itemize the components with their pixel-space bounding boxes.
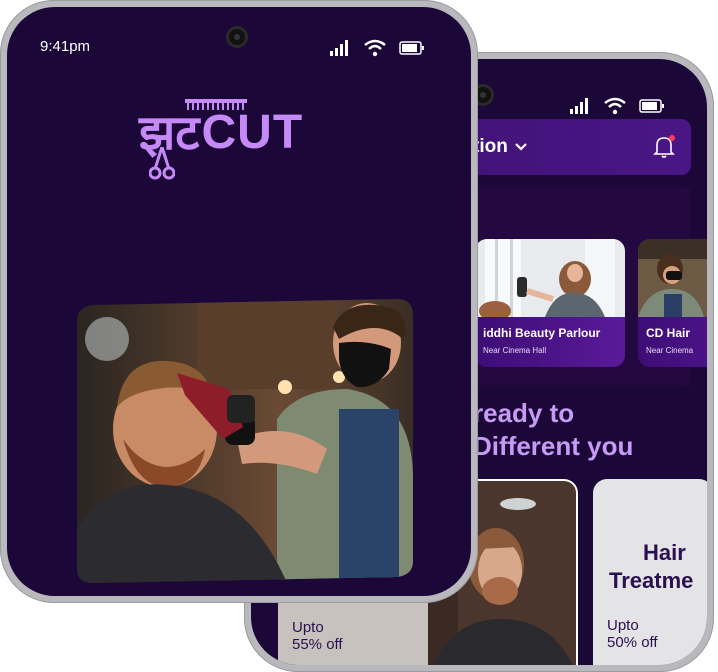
salon-name: iddhi Beauty Parlour bbox=[483, 326, 601, 340]
tagline-line-2: Different you bbox=[473, 431, 634, 461]
front-phone: 9:41pm झट CUT bbox=[0, 0, 478, 603]
salon-card[interactable]: CD Hair Near Cinema bbox=[638, 239, 707, 367]
salon-address: Near Cinema bbox=[646, 346, 694, 355]
front-camera bbox=[229, 29, 245, 45]
notification-bell-icon[interactable] bbox=[651, 133, 677, 159]
front-phone-screen: 9:41pm झट CUT bbox=[7, 7, 471, 596]
logo-latin: CUT bbox=[201, 106, 304, 159]
salon-name: CD Hair bbox=[646, 326, 691, 340]
battery-icon bbox=[399, 41, 424, 55]
status-icons bbox=[569, 97, 665, 115]
salon-card-caption: iddhi Beauty Parlour Near Cinema Hall bbox=[475, 317, 625, 367]
location-label: tion bbox=[473, 136, 508, 157]
status-time: 9:41pm bbox=[40, 38, 91, 55]
offer-card[interactable]: Hair Treatme Upto 50% off bbox=[593, 479, 707, 665]
offer-discount: 55% off bbox=[292, 636, 343, 653]
offer-label: Upto bbox=[607, 617, 639, 634]
salon-card[interactable]: iddhi Beauty Parlour Near Cinema Hall bbox=[475, 239, 625, 367]
chevron-down-icon bbox=[515, 143, 527, 151]
wifi-icon bbox=[364, 39, 386, 57]
signal-icon bbox=[330, 40, 348, 56]
location-selector[interactable]: tion bbox=[473, 136, 528, 158]
salon-address: Near Cinema Hall bbox=[483, 346, 547, 355]
comb-icon bbox=[185, 99, 247, 110]
offer-text: Upto 55% off bbox=[292, 619, 343, 653]
hero-barber-photo bbox=[77, 299, 413, 583]
offer-discount: 50% off bbox=[607, 634, 658, 651]
offer-title-2: Treatme bbox=[609, 568, 694, 593]
offer-title-1: Hair bbox=[643, 540, 686, 565]
offer-heading: Hair Treatme bbox=[609, 539, 693, 595]
salon-card-caption: CD Hair Near Cinema bbox=[638, 317, 707, 367]
wifi-icon bbox=[604, 97, 626, 115]
app-logo: झट CUT bbox=[139, 99, 304, 180]
status-icons bbox=[329, 39, 425, 57]
salon-photo bbox=[638, 239, 707, 317]
salon-photo bbox=[475, 239, 625, 317]
scissors-icon bbox=[149, 147, 175, 180]
offer-label: Upto bbox=[292, 619, 324, 636]
tagline-line-1: ready to bbox=[473, 398, 575, 428]
offer-text: Upto 50% off bbox=[607, 617, 658, 651]
signal-icon bbox=[570, 98, 588, 114]
tagline: ready to Different you bbox=[473, 397, 633, 463]
battery-icon bbox=[639, 99, 664, 113]
